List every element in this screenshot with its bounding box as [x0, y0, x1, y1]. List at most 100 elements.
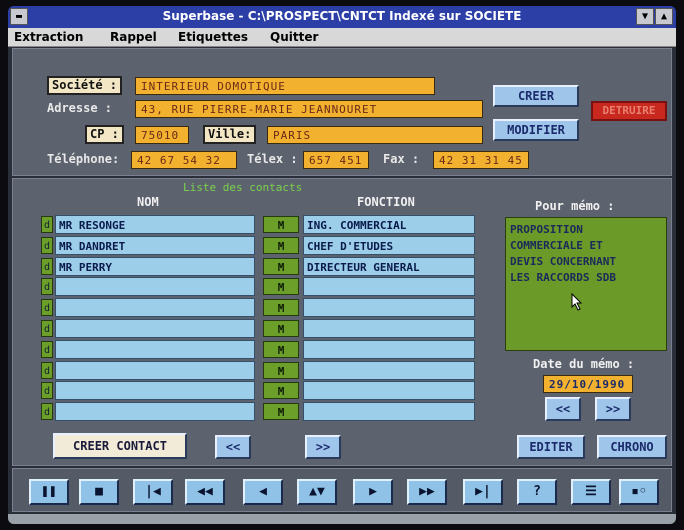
up-down-button[interactable]: ▲▼ — [297, 479, 337, 505]
company-form: Société : INTERIEUR DOMOTIQUE Adresse : … — [12, 48, 672, 176]
contact-nom-cell[interactable]: MR PERRY — [55, 256, 255, 276]
contact-nom-cell[interactable] — [55, 277, 255, 297]
memo-line: LES RACCORDS SDB — [510, 271, 616, 284]
contact-m-button[interactable]: M — [263, 403, 299, 421]
row-select-marker[interactable]: d — [41, 236, 53, 254]
fast-rewind-icon: ◀◀ — [197, 484, 213, 499]
menu-extraction[interactable]: Extraction — [14, 30, 83, 44]
contact-fonction-cell[interactable] — [303, 381, 475, 401]
memo-prev-button[interactable]: << — [545, 397, 581, 421]
memo-next-button[interactable]: >> — [595, 397, 631, 421]
contact-m-button[interactable]: M — [263, 361, 299, 379]
menu-lines-button[interactable]: ☰ — [571, 479, 611, 505]
row-select-marker[interactable]: d — [41, 403, 53, 421]
modifier-button[interactable]: MODIFIER — [493, 119, 579, 141]
ville-label: Ville: — [203, 125, 257, 144]
menu-quitter[interactable]: Quitter — [270, 30, 318, 44]
creer-contact-button[interactable]: CREER CONTACT — [53, 433, 187, 459]
row-select-marker[interactable]: d — [41, 361, 53, 379]
contact-m-button[interactable]: M — [263, 278, 299, 296]
menu-lines-icon: ☰ — [585, 484, 597, 499]
row-select-marker[interactable]: d — [41, 340, 53, 358]
app-window: ▬ Superbase - C:\PROSPECT\CNTCT Indexé s… — [8, 6, 676, 524]
skip-last-icon: ▶| — [475, 484, 491, 499]
contacts-prev-button[interactable]: << — [215, 435, 251, 459]
contact-fonction-cell[interactable]: DIRECTEUR GENERAL — [303, 256, 475, 276]
contact-nom-cell[interactable]: MR RESONGE — [55, 215, 255, 234]
memo-date-field[interactable]: 29/10/1990 — [543, 375, 633, 393]
contact-nom-cell[interactable] — [55, 360, 255, 380]
row-select-marker[interactable]: d — [41, 382, 53, 400]
contact-m-button[interactable]: M — [263, 320, 299, 337]
memo-label: Pour mémo : — [535, 199, 615, 213]
fax-field[interactable]: 42 31 31 45 — [433, 151, 529, 169]
fast-forward-button[interactable]: ▶▶ — [407, 479, 447, 505]
contact-nom-cell[interactable] — [55, 319, 255, 338]
contact-fonction-cell[interactable]: ING. COMMERCIAL — [303, 215, 475, 234]
row-select-marker[interactable]: d — [41, 299, 53, 317]
contact-nom-cell[interactable] — [55, 402, 255, 422]
step-back-button[interactable]: ◀ — [243, 479, 283, 505]
skip-first-button[interactable]: |◀ — [133, 479, 173, 505]
row-select-marker[interactable]: d — [41, 257, 53, 275]
contact-nom-cell[interactable]: MR DANDRET — [55, 235, 255, 255]
contact-m-button[interactable]: M — [263, 257, 299, 275]
contact-m-button[interactable]: M — [263, 216, 299, 233]
maximize-button[interactable]: ▲ — [655, 8, 673, 25]
contact-nom-cell[interactable] — [55, 381, 255, 401]
contact-fonction-cell[interactable] — [303, 277, 475, 297]
contact-m-button[interactable]: M — [263, 340, 299, 358]
pause-button[interactable]: ❚❚ — [29, 479, 69, 505]
chrono-button[interactable]: CHRONO — [597, 435, 667, 459]
memo-line: COMMERCIALE ET — [510, 239, 603, 252]
row-select-marker[interactable]: d — [41, 320, 53, 337]
menu-etiquettes[interactable]: Etiquettes — [178, 30, 248, 44]
contact-fonction-cell[interactable] — [303, 298, 475, 318]
fast-forward-icon: ▶▶ — [419, 484, 435, 499]
contact-fonction-cell[interactable] — [303, 360, 475, 380]
up-down-icon: ▲▼ — [309, 484, 325, 499]
row-select-marker[interactable]: d — [41, 216, 53, 233]
contact-m-button[interactable]: M — [263, 236, 299, 254]
skip-first-icon: |◀ — [145, 484, 161, 499]
skip-last-button[interactable]: ▶| — [463, 479, 503, 505]
contact-fonction-cell[interactable] — [303, 319, 475, 338]
telephone-field[interactable]: 42 67 54 32 — [131, 151, 237, 169]
telex-field[interactable]: 657 451 — [303, 151, 369, 169]
memo-line: DEVIS CONCERNANT — [510, 255, 616, 268]
creer-button[interactable]: CREER — [493, 85, 579, 107]
horizontal-scrollbar[interactable] — [8, 514, 676, 524]
ville-field[interactable]: PARIS — [267, 126, 483, 144]
memo-line: PROPOSITION — [510, 223, 583, 236]
contact-m-button[interactable]: M — [263, 299, 299, 317]
menu-rappel[interactable]: Rappel — [110, 30, 157, 44]
contact-nom-cell[interactable] — [55, 298, 255, 318]
contact-m-button[interactable]: M — [263, 382, 299, 400]
adresse-label: Adresse : — [47, 101, 113, 115]
contacts-next-button[interactable]: >> — [305, 435, 341, 459]
nom-header: NOM — [137, 195, 159, 209]
detruire-button[interactable]: DETRUIRE — [591, 101, 667, 121]
triangle-up-icon: ▲ — [660, 11, 668, 22]
societe-label: Société : — [47, 76, 123, 95]
contact-fonction-cell[interactable]: CHEF D'ETUDES — [303, 235, 475, 255]
contact-nom-cell[interactable] — [55, 339, 255, 359]
memo-box[interactable]: PROPOSITION COMMERCIALE ET DEVIS CONCERN… — [505, 217, 667, 351]
stop-button[interactable]: ■ — [79, 479, 119, 505]
telex-label: Télex : — [247, 152, 298, 166]
adresse-field[interactable]: 43, RUE PIERRE-MARIE JEANNOURET — [135, 100, 483, 118]
contact-fonction-cell[interactable] — [303, 402, 475, 422]
toggle-icon: ▪◦ — [631, 484, 647, 499]
cp-field[interactable]: 75010 — [135, 126, 189, 144]
contact-fonction-cell[interactable] — [303, 339, 475, 359]
toggle-button[interactable]: ▪◦ — [619, 479, 659, 505]
minimize-button[interactable]: ▼ — [636, 8, 654, 25]
editer-button[interactable]: EDITER — [517, 435, 585, 459]
window-title: Superbase - C:\PROSPECT\CNTCT Indexé sur… — [162, 9, 522, 23]
row-select-marker[interactable]: d — [41, 278, 53, 296]
help-button[interactable]: ? — [517, 479, 557, 505]
fast-rewind-button[interactable]: ◀◀ — [185, 479, 225, 505]
play-button[interactable]: ▶ — [353, 479, 393, 505]
societe-field[interactable]: INTERIEUR DOMOTIQUE — [135, 77, 435, 95]
navigation-toolbar: ❚❚ ■ |◀ ◀◀ ◀ ▲▼ ▶ ▶▶ ▶|? ☰ ▪◦ — [12, 468, 672, 512]
